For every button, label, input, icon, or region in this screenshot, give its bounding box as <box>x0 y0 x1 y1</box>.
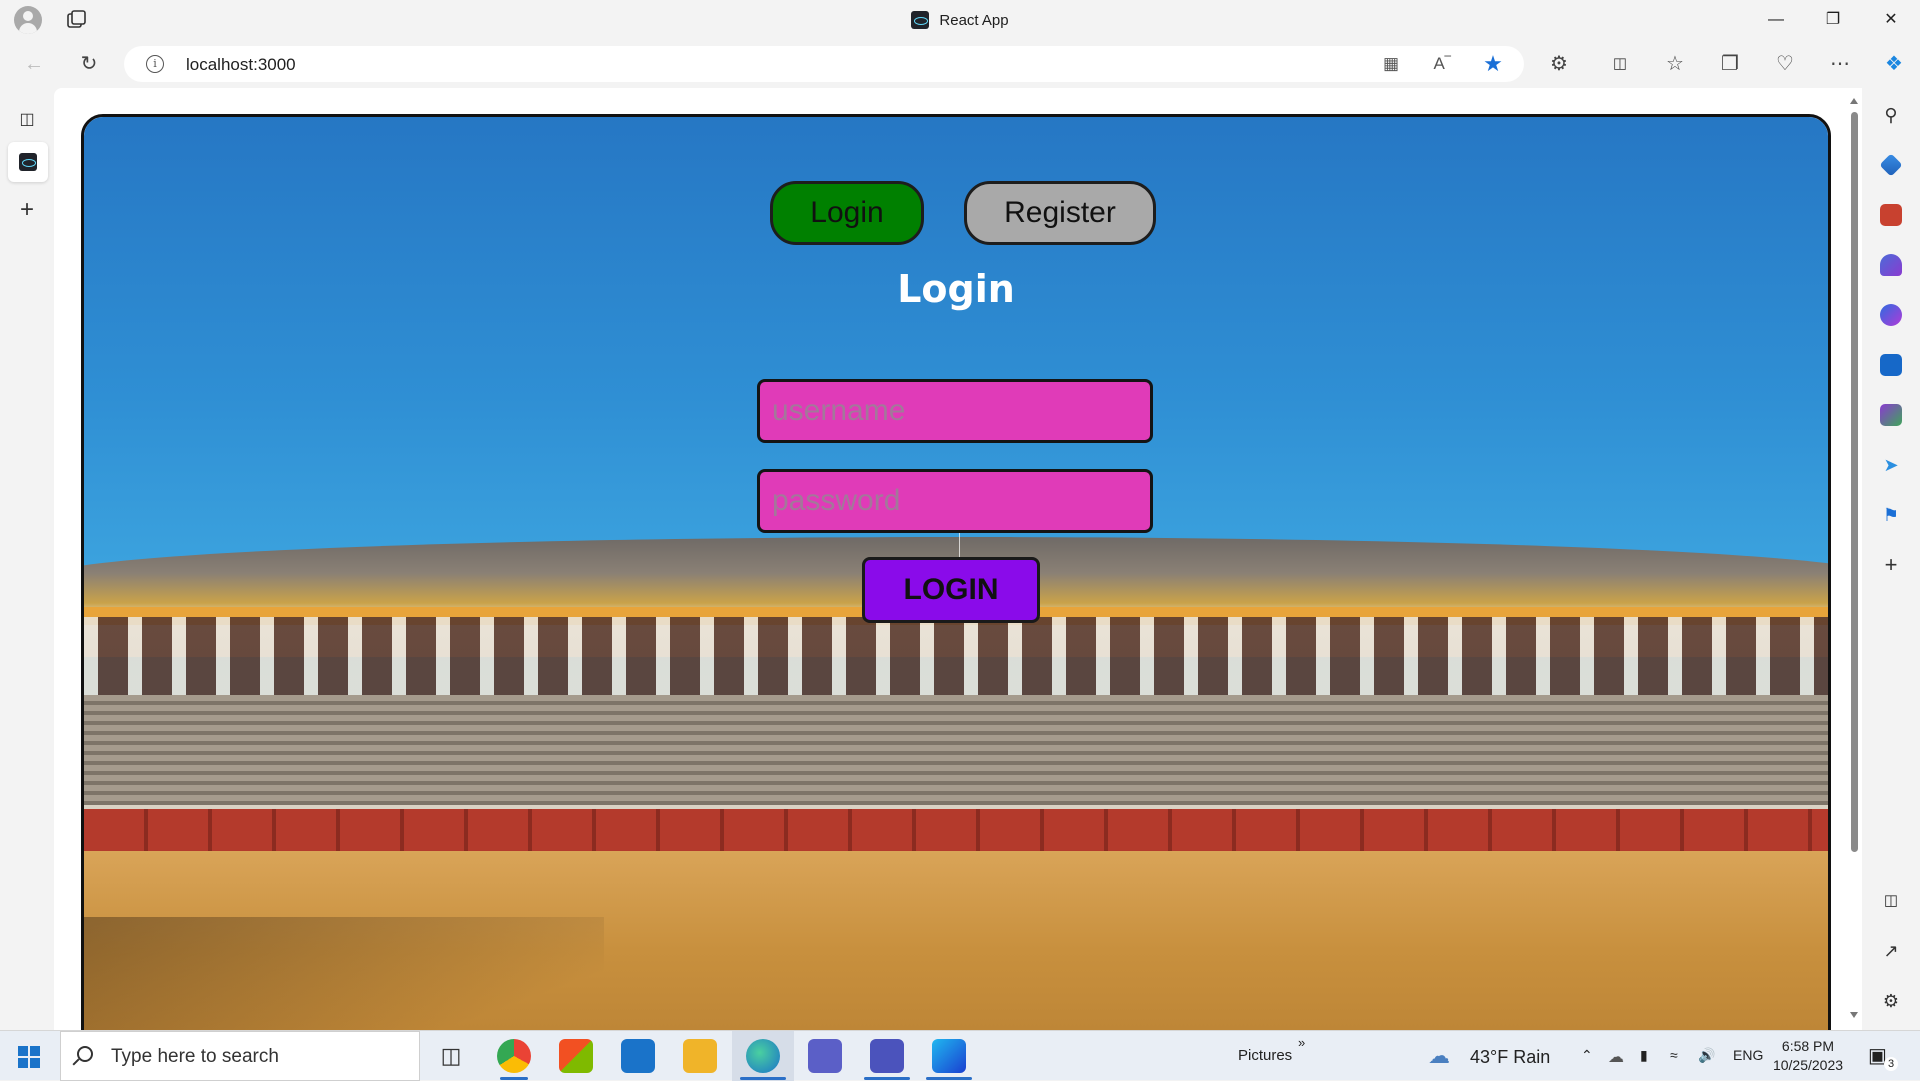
new-tab-icon[interactable]: + <box>15 198 39 222</box>
windows-start-icon[interactable] <box>18 1046 40 1068</box>
split-screen-icon[interactable]: ◫ <box>1608 52 1632 76</box>
microsoft365-icon[interactable] <box>1880 304 1902 326</box>
browser-essentials-icon[interactable]: ♡ <box>1773 52 1797 76</box>
weather-cloud-icon[interactable]: ☁ <box>1428 1043 1450 1069</box>
background-shadow <box>84 917 604 1030</box>
react-favicon-icon <box>911 11 930 29</box>
scroll-up-icon[interactable] <box>1850 98 1858 104</box>
teams-new-icon[interactable] <box>808 1039 842 1073</box>
microsoft-store-icon[interactable] <box>559 1039 593 1073</box>
page-viewport: Login Register Login LOGIN <box>54 88 1862 1030</box>
background-pole <box>959 533 960 559</box>
copilot-icon[interactable]: ❖ <box>1882 52 1906 76</box>
file-explorer-icon[interactable] <box>683 1039 717 1073</box>
scrollbar[interactable] <box>1850 98 1858 1018</box>
scrollbar-thumb[interactable] <box>1851 112 1858 852</box>
window-title-text: React App <box>939 12 1009 29</box>
add-icon[interactable]: + <box>1880 554 1902 576</box>
react-favicon-icon <box>19 153 37 171</box>
tab-actions-icon[interactable]: ◫ <box>15 108 39 132</box>
window-title: React App <box>0 11 1920 29</box>
open-external-icon[interactable]: ↗ <box>1880 940 1902 962</box>
username-input[interactable] <box>757 379 1153 443</box>
mail-icon[interactable] <box>621 1039 655 1073</box>
form-title: Login <box>897 267 1015 311</box>
favorites-icon[interactable]: ☆ <box>1663 52 1687 76</box>
outlook-icon[interactable] <box>1880 354 1902 376</box>
close-button[interactable]: ✕ <box>1879 8 1903 32</box>
login-tab-button[interactable]: Login <box>770 181 924 245</box>
onedrive-icon[interactable]: ☁ <box>1608 1047 1624 1067</box>
shopping-icon[interactable] <box>1879 153 1903 177</box>
scroll-down-icon[interactable] <box>1850 1012 1858 1018</box>
webstorm-icon[interactable] <box>932 1039 966 1073</box>
chevron-up-icon[interactable]: ⌃ <box>1581 1047 1593 1064</box>
wifi-icon[interactable]: ≈ <box>1670 1047 1678 1063</box>
title-bar: React App — ❐ ✕ <box>0 0 1920 40</box>
edge-icon[interactable] <box>746 1039 780 1073</box>
background-seats <box>84 695 1828 815</box>
login-submit-button[interactable]: LOGIN <box>862 557 1040 623</box>
pictures-toolbar[interactable]: Pictures <box>1238 1047 1292 1064</box>
notification-count-badge: 3 <box>1884 1057 1898 1071</box>
tab-react-app[interactable] <box>8 142 48 182</box>
taskbar-search[interactable]: Type here to search <box>60 1031 420 1081</box>
back-icon[interactable]: ← <box>22 52 46 76</box>
weather-text[interactable]: 43°F Rain <box>1470 1047 1550 1068</box>
edge-sidebar: ⚲ ➤ ⚑ + ◫ ↗ ⚙ <box>1862 88 1920 1030</box>
address-bar[interactable]: i localhost:3000 ▦ A‾ ★ <box>124 46 1524 82</box>
chrome-icon[interactable] <box>497 1039 531 1073</box>
system-clock[interactable]: 6:58 PM 10/25/2023 <box>1770 1037 1846 1075</box>
volume-icon[interactable]: 🔊 <box>1698 1047 1715 1064</box>
feedback-icon[interactable]: ⚑ <box>1880 504 1902 526</box>
games-icon[interactable] <box>1880 254 1902 276</box>
chevron-double-right-icon[interactable]: » <box>1298 1035 1305 1050</box>
send-icon[interactable]: ➤ <box>1880 454 1902 476</box>
app-available-icon[interactable]: ▦ <box>1380 53 1402 75</box>
read-aloud-icon[interactable]: A‾ <box>1431 53 1453 75</box>
designer-icon[interactable] <box>1880 404 1902 426</box>
tools-icon[interactable] <box>1880 204 1902 226</box>
password-input[interactable] <box>757 469 1153 533</box>
maximize-button[interactable]: ❐ <box>1821 8 1845 32</box>
search-icon[interactable]: ⚲ <box>1880 104 1902 126</box>
clock-date: 10/25/2023 <box>1772 1057 1844 1073</box>
collections-icon[interactable]: ❐ <box>1718 52 1742 76</box>
navigation-bar: ← ↻ i localhost:3000 ▦ A‾ ★ ⚙ ◫ ☆ ❐ ♡ ⋯ … <box>0 40 1920 88</box>
background-arches <box>84 617 1828 697</box>
background-barrier <box>84 809 1828 851</box>
taskbar-search-placeholder[interactable]: Type here to search <box>111 1046 279 1068</box>
task-view-icon[interactable]: ◫ <box>434 1039 468 1073</box>
extensions-icon[interactable]: ⚙ <box>1547 52 1571 76</box>
battery-icon[interactable]: ▮ <box>1640 1047 1648 1064</box>
register-tab-button[interactable]: Register <box>964 181 1156 245</box>
refresh-icon[interactable]: ↻ <box>77 52 101 76</box>
sidebar-toggle-icon[interactable]: ◫ <box>1880 890 1902 912</box>
login-page: Login Register Login LOGIN <box>81 114 1831 1030</box>
language-indicator[interactable]: ENG <box>1733 1047 1763 1063</box>
settings-icon[interactable]: ⚙ <box>1880 990 1902 1012</box>
search-icon <box>77 1046 93 1062</box>
more-icon[interactable]: ⋯ <box>1828 52 1852 76</box>
teams-icon[interactable] <box>870 1039 904 1073</box>
taskbar: Type here to search ◫ Pictures » ☁ 43°F … <box>0 1030 1920 1081</box>
vertical-tabs-bar: ◫ + <box>0 88 54 1030</box>
url-text[interactable]: localhost:3000 <box>186 55 296 75</box>
info-icon[interactable]: i <box>146 55 164 73</box>
favorite-star-icon[interactable]: ★ <box>1482 53 1504 75</box>
clock-time: 6:58 PM <box>1781 1038 1835 1054</box>
minimize-button[interactable]: — <box>1764 8 1788 32</box>
